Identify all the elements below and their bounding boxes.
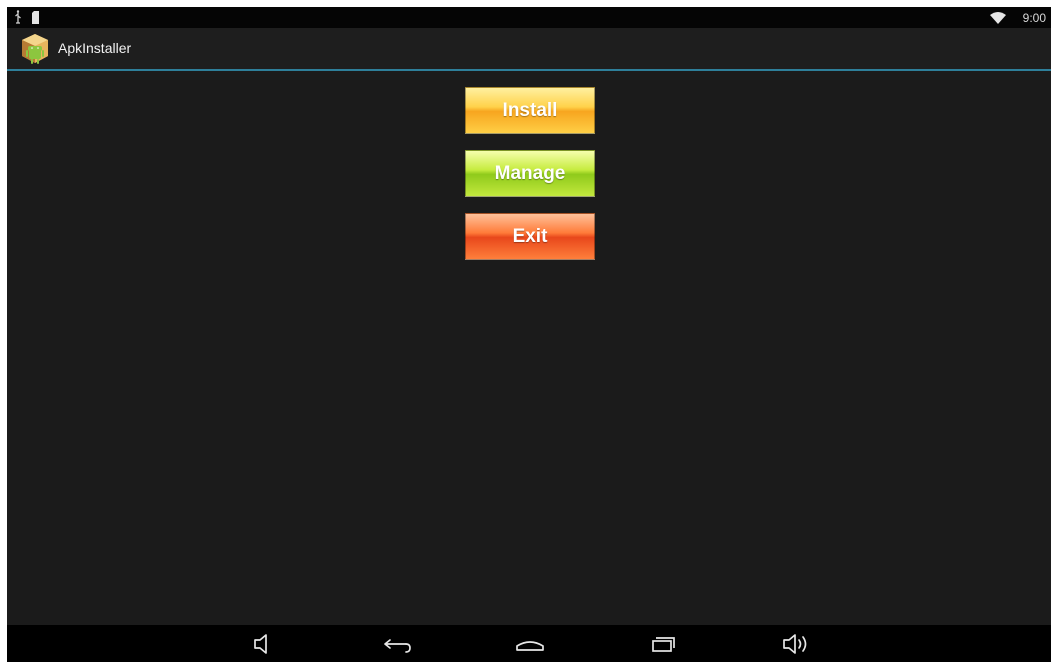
app-title: ApkInstaller xyxy=(58,40,132,56)
back-icon[interactable] xyxy=(380,632,414,656)
status-left-icons xyxy=(14,10,40,24)
exit-button[interactable]: Exit xyxy=(465,213,595,260)
status-time: 9:00 xyxy=(1022,10,1046,25)
action-bar: ApkInstaller xyxy=(7,28,1051,71)
status-bar: 9:00 xyxy=(7,7,1051,28)
navigation-bar xyxy=(7,625,1051,662)
android-screen: 9:00 ApkInstaller Install Manage Exit xyxy=(7,7,1051,662)
status-right-area: 9:00 xyxy=(989,7,1046,28)
wifi-icon xyxy=(989,11,1006,24)
volume-down-icon[interactable] xyxy=(247,632,281,656)
usb-icon xyxy=(15,10,21,24)
manage-button[interactable]: Manage xyxy=(465,150,595,197)
home-icon[interactable] xyxy=(513,632,547,656)
sd-card-icon xyxy=(32,10,39,24)
recent-apps-icon[interactable] xyxy=(646,632,680,656)
install-button[interactable]: Install xyxy=(465,87,595,134)
volume-up-icon[interactable] xyxy=(779,632,813,656)
apk-package-icon xyxy=(22,34,48,64)
